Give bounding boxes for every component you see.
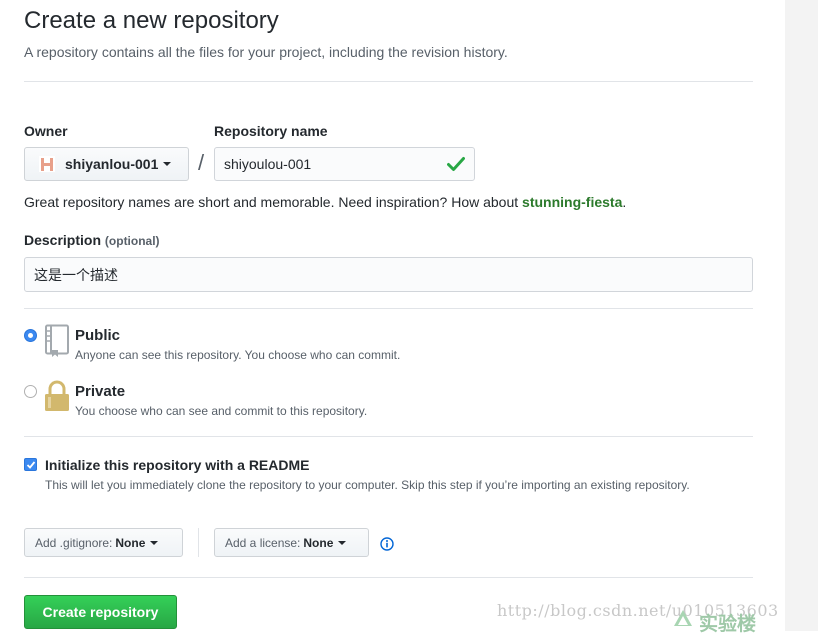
gitignore-label: Add .gitignore: [35, 535, 113, 550]
readme-title: Initialize this repository with a README [45, 457, 310, 473]
license-value: None [303, 535, 334, 550]
license-label: Add a license: [225, 535, 301, 550]
readme-desc: This will let you immediately clone the … [45, 478, 690, 492]
gitignore-select-button[interactable]: Add .gitignore: None [24, 528, 183, 557]
public-title: Public [75, 327, 121, 344]
chevron-down-icon [163, 162, 172, 166]
gitignore-value: None [115, 535, 146, 550]
owner-avatar-icon [37, 154, 57, 174]
optional-tag: (optional) [104, 234, 160, 248]
info-icon[interactable] [380, 537, 394, 551]
hint-period: . [622, 194, 627, 210]
description-input[interactable] [24, 257, 753, 292]
right-gutter [785, 0, 818, 631]
public-desc: Anyone can see this repository. You choo… [75, 348, 401, 362]
repo-book-icon [45, 324, 69, 357]
owner-repo-separator: / [198, 150, 205, 175]
repo-name-hint: Great repository names are short and mem… [24, 194, 626, 210]
owner-label: Owner [24, 123, 68, 139]
description-label-text: Description [24, 232, 102, 248]
chevron-down-icon [338, 540, 347, 545]
lock-icon [45, 380, 69, 411]
description-divider [24, 308, 753, 309]
header-divider [24, 81, 753, 82]
select-separator [198, 528, 199, 557]
readme-checkbox[interactable] [24, 458, 37, 471]
watermark-brand: 实验楼 [699, 613, 757, 635]
page-subtitle: A repository contains all the files for … [24, 44, 508, 60]
create-repository-button[interactable]: Create repository [24, 595, 177, 629]
repo-name-label: Repository name [214, 123, 328, 139]
owner-select-button[interactable]: shiyanlou-001 [24, 147, 189, 181]
visibility-divider [24, 436, 753, 437]
name-suggestion-link[interactable]: stunning-fiesta [522, 194, 622, 210]
owner-selected-name: shiyanlou-001 [65, 156, 159, 172]
repo-name-input[interactable] [214, 147, 475, 181]
check-icon [447, 157, 465, 171]
chevron-down-icon [150, 540, 159, 545]
shiyanlou-logo-icon [674, 610, 692, 626]
private-desc: You choose who can see and commit to thi… [75, 404, 368, 418]
checkmark-icon [26, 461, 36, 469]
hint-text: Great repository names are short and mem… [24, 194, 523, 210]
page-title: Create a new repository [24, 7, 279, 34]
description-label: Description (optional) [24, 232, 160, 248]
footer-divider [24, 577, 753, 578]
license-select-button[interactable]: Add a license: None [214, 528, 369, 557]
public-radio[interactable] [24, 329, 37, 342]
private-radio[interactable] [24, 385, 37, 398]
private-title: Private [75, 383, 126, 400]
